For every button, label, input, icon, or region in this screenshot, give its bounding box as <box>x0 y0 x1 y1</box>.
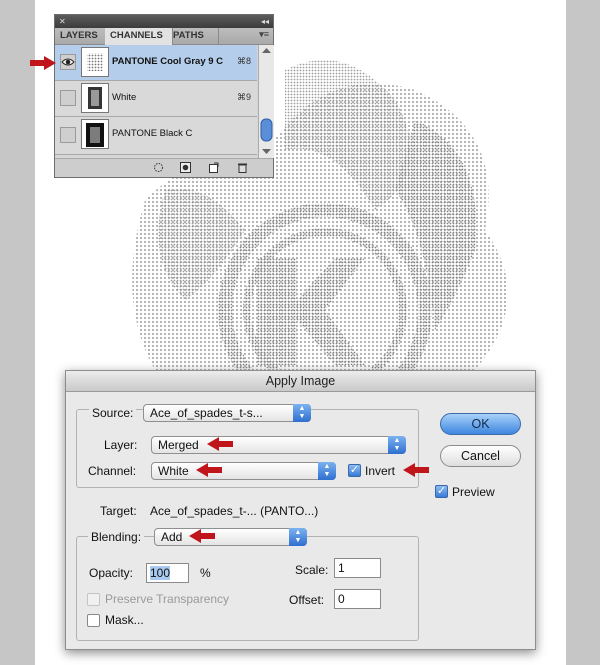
close-icon[interactable]: ✕ <box>59 16 66 27</box>
offset-field[interactable]: 0 <box>334 589 381 609</box>
channel-value: White <box>158 464 189 478</box>
channel-thumbnail <box>81 47 109 77</box>
layer-popup[interactable]: Merged ▲ ▼ <box>151 436 406 454</box>
visibility-toggle[interactable] <box>60 127 76 143</box>
preview-label: Preview <box>452 485 495 499</box>
panel-menu-icon[interactable]: ▾≡ <box>259 29 269 40</box>
mask-checkbox[interactable] <box>87 614 100 627</box>
chevron-up-down-icon: ▲ ▼ <box>289 528 307 546</box>
collapse-icon[interactable]: ◂◂ <box>261 16 269 27</box>
channels-panel: ✕ ◂◂ LAYERS CHANNELS PATHS ▾≡ PANTONE Co… <box>54 14 274 178</box>
opacity-value: 100 <box>150 566 171 580</box>
mask-label: Mask... <box>105 613 144 627</box>
annotation-arrow-icon <box>207 437 233 451</box>
scale-label: Scale: <box>295 563 329 577</box>
target-label: Target: <box>100 504 137 518</box>
delete-channel-icon[interactable] <box>237 162 248 173</box>
opacity-field[interactable]: 100 <box>146 563 189 583</box>
save-selection-icon[interactable] <box>180 162 191 173</box>
preserve-transparency-label: Preserve Transparency <box>105 592 230 606</box>
opacity-unit: % <box>200 566 211 580</box>
tab-layers[interactable]: LAYERS <box>55 28 110 44</box>
ok-button[interactable]: OK <box>440 413 521 435</box>
source-value: Ace_of_spades_t-s... <box>150 406 263 420</box>
offset-label: Offset: <box>289 593 325 607</box>
channel-popup[interactable]: White ▲ ▼ <box>151 462 336 480</box>
channel-shortcut: ⌘8 <box>236 56 251 66</box>
invert-checkbox[interactable]: ✓ <box>348 464 361 477</box>
channel-thumbnail <box>81 83 109 113</box>
panel-scrollbar[interactable] <box>258 45 274 158</box>
eye-icon <box>61 58 75 66</box>
channel-thumbnail <box>81 119 109 149</box>
dialog-title: Apply Image <box>66 371 535 392</box>
channel-name: PANTONE Cool Gray 9 C <box>112 56 224 67</box>
source-popup[interactable]: Ace_of_spades_t-s... ▲ ▼ <box>143 404 311 422</box>
channel-name: White <box>112 92 137 103</box>
preserve-transparency-checkbox <box>87 593 100 606</box>
tab-paths[interactable]: PATHS <box>168 28 219 44</box>
panel-tabs: LAYERS CHANNELS PATHS ▾≡ <box>55 28 273 45</box>
chevron-up-down-icon: ▲ ▼ <box>293 404 311 422</box>
channel-row-cool-gray[interactable]: PANTONE Cool Gray 9 C ⌘8 <box>55 45 257 81</box>
chevron-up-down-icon: ▲ ▼ <box>318 462 336 480</box>
chevron-up-down-icon: ▲ ▼ <box>388 436 406 454</box>
channel-row-white[interactable]: White ⌘9 <box>55 81 257 117</box>
annotation-arrow-icon <box>196 463 222 477</box>
target-value: Ace_of_spades_t-... (PANTO...) <box>150 504 319 518</box>
apply-image-dialog: Apply Image Source: Ace_of_spades_t-s...… <box>65 370 536 650</box>
source-label: Source: <box>89 406 137 420</box>
channel-name: PANTONE Black C <box>112 128 193 139</box>
blending-popup[interactable]: Add ▲ ▼ <box>154 528 307 546</box>
preview-checkbox[interactable]: ✓ <box>435 485 448 498</box>
layer-label: Layer: <box>104 438 138 452</box>
annotation-arrow-icon <box>403 463 429 477</box>
annotation-arrow-icon <box>189 529 215 543</box>
visibility-toggle[interactable] <box>60 54 76 70</box>
scale-field[interactable]: 1 <box>334 558 381 578</box>
channel-label: Channel: <box>88 464 137 478</box>
panel-titlebar: ✕ ◂◂ <box>55 15 273 28</box>
blending-value: Add <box>161 530 183 544</box>
layer-value: Merged <box>158 438 199 452</box>
load-selection-icon[interactable] <box>153 162 164 173</box>
visibility-toggle[interactable] <box>60 90 76 106</box>
invert-label: Invert <box>365 464 396 478</box>
tab-channels[interactable]: CHANNELS <box>105 28 173 45</box>
cancel-button[interactable]: Cancel <box>440 445 521 467</box>
channel-shortcut: ⌘9 <box>236 92 251 102</box>
blending-label: Blending: <box>88 530 145 544</box>
channel-row-black[interactable]: PANTONE Black C <box>55 117 257 155</box>
panel-footer <box>55 158 273 177</box>
opacity-label: Opacity: <box>89 566 134 580</box>
new-channel-icon[interactable] <box>208 162 219 173</box>
annotation-arrow-icon <box>30 56 56 70</box>
